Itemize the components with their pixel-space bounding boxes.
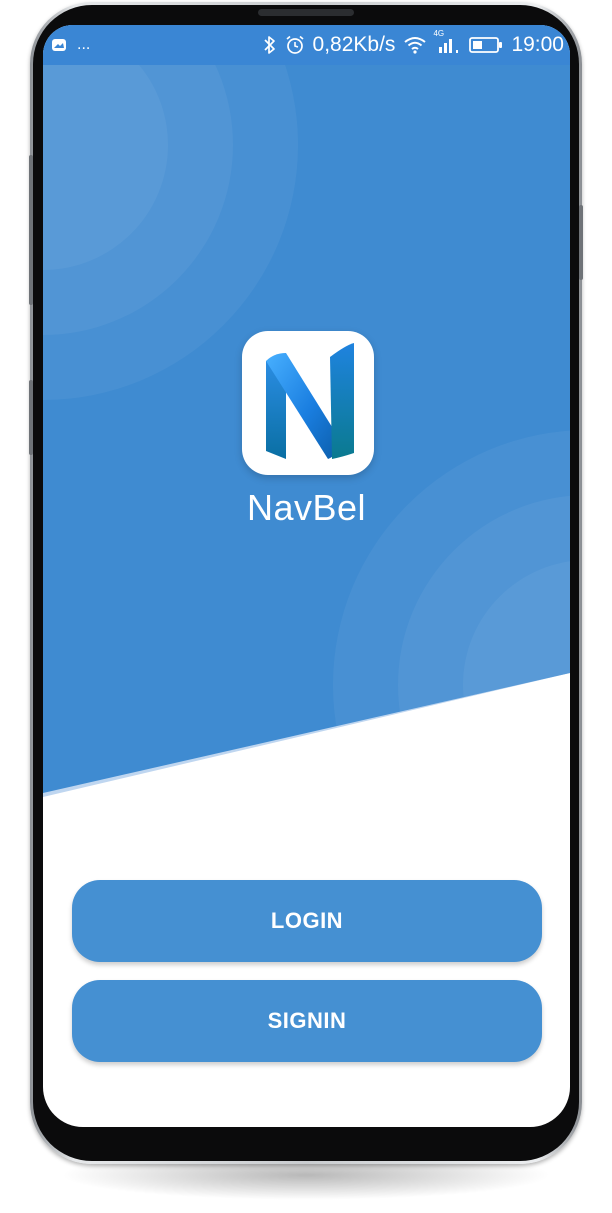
- signin-button[interactable]: SIGNIN: [72, 980, 542, 1062]
- alarm-icon: [285, 35, 305, 55]
- wifi-icon: [403, 35, 427, 55]
- more-notifications: ...: [77, 36, 91, 53]
- cellular-signal-icon: 4G: [433, 29, 461, 55]
- bluetooth-icon: [263, 34, 277, 56]
- app-logo: [242, 331, 374, 475]
- volume-down-button: [29, 380, 33, 455]
- volume-up-button: [29, 155, 33, 305]
- clock: 19:00: [511, 33, 564, 56]
- app-name: NavBel: [246, 487, 367, 528]
- login-button[interactable]: LOGIN: [72, 880, 542, 962]
- power-button: [579, 205, 583, 280]
- status-bar: ... 0,82Kb/s 4G 19:00: [43, 25, 570, 65]
- network-type: 4G: [433, 29, 445, 38]
- app-screen: ... 0,82Kb/s 4G 19:00 NavBel LOGIN SIGNI…: [43, 25, 570, 1127]
- navbel-n-logo-icon: [266, 343, 354, 459]
- earpiece-speaker: [258, 9, 354, 16]
- network-speed: 0,82Kb/s: [312, 33, 396, 56]
- notification-icon: [51, 38, 67, 52]
- battery-icon: [469, 37, 503, 53]
